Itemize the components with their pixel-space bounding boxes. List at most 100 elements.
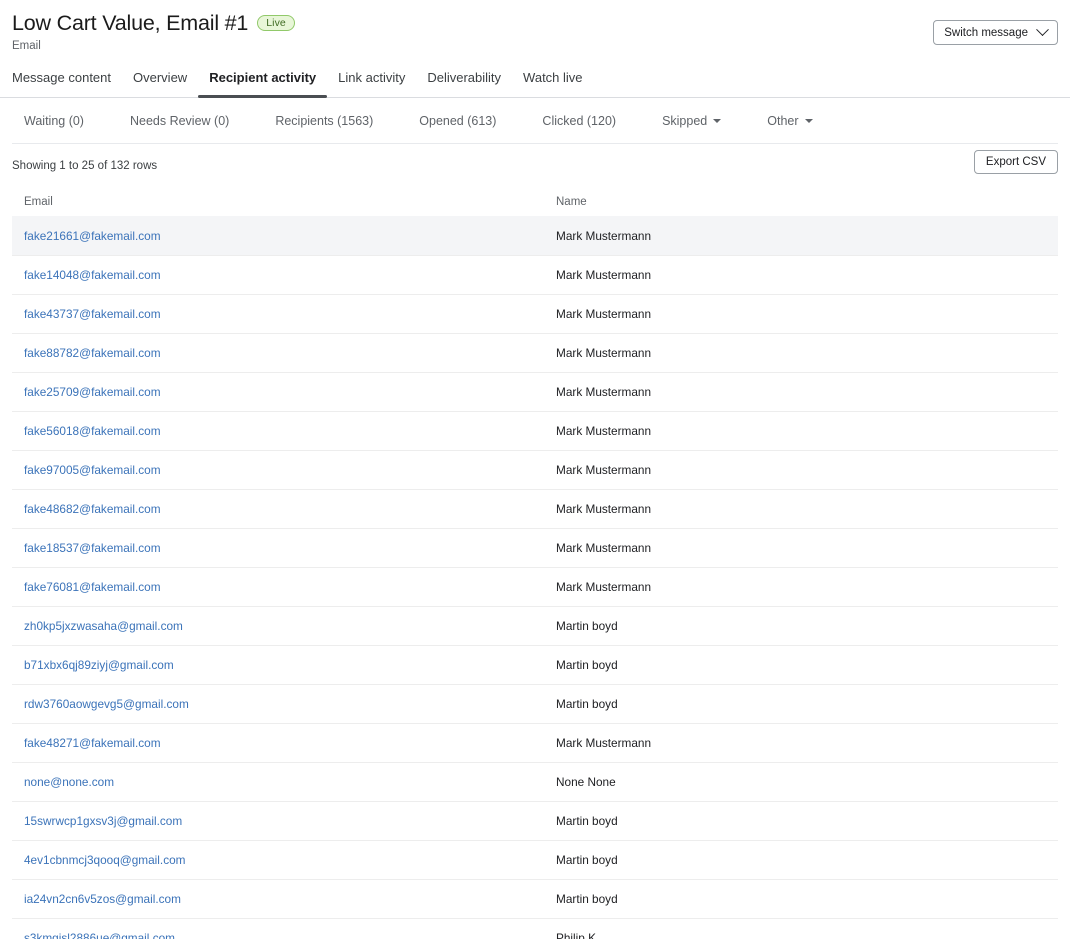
filter-clicked-120[interactable]: Clicked (120) xyxy=(530,114,628,128)
recipient-email-link[interactable]: fake48682@fakemail.com xyxy=(24,502,161,516)
cell-name: Mark Mustermann xyxy=(556,463,652,477)
title-row: Low Cart Value, Email #1 Live xyxy=(12,10,1058,36)
table-toolbar: Showing 1 to 25 of 132 rows Export CSV xyxy=(0,144,1070,188)
recipient-email-link[interactable]: fake56018@fakemail.com xyxy=(24,424,161,438)
filter-needs-review-0[interactable]: Needs Review (0) xyxy=(118,114,241,128)
recipient-email-link[interactable]: ia24vn2cn6v5zos@gmail.com xyxy=(24,892,181,906)
filter-other[interactable]: Other xyxy=(755,114,824,128)
recipient-email-link[interactable]: fake76081@fakemail.com xyxy=(24,580,161,594)
recipient-email-link[interactable]: fake43737@fakemail.com xyxy=(24,307,161,321)
table-row[interactable]: fake43737@fakemail.com Mark Mustermann xyxy=(12,294,1058,333)
cell-email: 4ev1cbnmcj3qooq@gmail.com xyxy=(12,853,544,867)
cell-email: s3kmgjsl2886ue@gmail.com xyxy=(12,931,544,939)
cell-email: fake21661@fakemail.com xyxy=(12,229,544,243)
cell-email: fake56018@fakemail.com xyxy=(12,424,544,438)
recipient-activity-table: Email Name fake21661@fakemail.com Mark Mu… xyxy=(12,188,1058,939)
recipient-email-link[interactable]: s3kmgjsl2886ue@gmail.com xyxy=(24,931,175,939)
cell-email: none@none.com xyxy=(12,775,544,789)
tab-message-content[interactable]: Message content xyxy=(12,64,122,97)
table-row[interactable]: fake18537@fakemail.com Mark Mustermann xyxy=(12,528,1058,567)
recipient-email-link[interactable]: fake14048@fakemail.com xyxy=(24,268,161,282)
cell-name: Mark Mustermann xyxy=(556,502,652,516)
tab-overview[interactable]: Overview xyxy=(122,64,198,97)
cell-email: 15swrwcp1gxsv3j@gmail.com xyxy=(12,814,544,828)
activity-filter-bar: Waiting (0) Needs Review (0) Recipients (1… xyxy=(12,98,1058,144)
export-csv-button[interactable]: Export CSV xyxy=(973,150,1058,174)
cell-name: Mark Mustermann xyxy=(556,229,652,243)
filter-label: Needs Review (0) xyxy=(129,113,230,128)
chevron-down-icon xyxy=(1036,23,1049,37)
table-row[interactable]: fake56018@fakemail.com Mark Mustermann xyxy=(12,411,1058,450)
page-title: Low Cart Value, Email #1 xyxy=(12,11,249,35)
recipient-email-link[interactable]: rdw3760aowgevg5@gmail.com xyxy=(24,697,189,711)
recipient-email-link[interactable]: b71xbx6qj89ziyj@gmail.com xyxy=(24,658,174,672)
cell-email: b71xbx6qj89ziyj@gmail.com xyxy=(12,658,544,672)
recipient-email-link[interactable]: none@none.com xyxy=(24,775,114,789)
cell-name: Mark Mustermann xyxy=(556,268,652,282)
switch-message-button[interactable]: Switch message xyxy=(933,20,1058,45)
cell-name: Mark Mustermann xyxy=(556,346,652,360)
cell-name: Martin boyd xyxy=(556,619,618,633)
table-row[interactable]: fake14048@fakemail.com Mark Mustermann xyxy=(12,255,1058,294)
cell-name: Martin boyd xyxy=(556,814,618,828)
page-header: Low Cart Value, Email #1 Live Email Swit… xyxy=(0,0,1070,53)
filter-label: Other xyxy=(767,113,799,128)
cell-name: Mark Mustermann xyxy=(556,307,652,321)
column-header-email: Email xyxy=(24,196,53,208)
row-count-label: Showing 1 to 25 of 132 rows xyxy=(12,160,158,172)
cell-email: fake97005@fakemail.com xyxy=(12,463,544,477)
filter-label: Recipients (1563) xyxy=(275,113,374,128)
main-tabs: Message content Overview Recipient activit… xyxy=(0,64,1070,98)
recipient-email-link[interactable]: 4ev1cbnmcj3qooq@gmail.com xyxy=(24,853,185,867)
recipient-email-link[interactable]: fake97005@fakemail.com xyxy=(24,463,161,477)
cell-email: fake76081@fakemail.com xyxy=(12,580,544,594)
recipient-email-link[interactable]: fake48271@fakemail.com xyxy=(24,736,161,750)
cell-name: Philip K xyxy=(556,931,596,939)
table-row[interactable]: fake88782@fakemail.com Mark Mustermann xyxy=(12,333,1058,372)
table-row[interactable]: fake48682@fakemail.com Mark Mustermann xyxy=(12,489,1058,528)
status-badge: Live xyxy=(257,15,295,31)
filter-label: Waiting (0) xyxy=(24,113,84,128)
cell-email: fake88782@fakemail.com xyxy=(12,346,544,360)
recipient-email-link[interactable]: fake18537@fakemail.com xyxy=(24,541,161,555)
recipient-email-link[interactable]: fake21661@fakemail.com xyxy=(24,229,161,243)
table-row[interactable]: none@none.com None None xyxy=(12,762,1058,801)
cell-email: fake25709@fakemail.com xyxy=(12,385,544,399)
filter-opened-613[interactable]: Opened (613) xyxy=(407,114,508,128)
cell-name: Martin boyd xyxy=(556,658,618,672)
cell-email: fake48271@fakemail.com xyxy=(12,736,544,750)
table-row[interactable]: 15swrwcp1gxsv3j@gmail.com Martin boyd xyxy=(12,801,1058,840)
table-row[interactable]: ia24vn2cn6v5zos@gmail.com Martin boyd xyxy=(12,879,1058,918)
tab-watch-live[interactable]: Watch live xyxy=(512,64,593,97)
cell-name: Martin boyd xyxy=(556,853,618,867)
table-row[interactable]: fake97005@fakemail.com Mark Mustermann xyxy=(12,450,1058,489)
table-row[interactable]: zh0kp5jxzwasaha@gmail.com Martin boyd xyxy=(12,606,1058,645)
table-row[interactable]: rdw3760aowgevg5@gmail.com Martin boyd xyxy=(12,684,1058,723)
tab-link-activity[interactable]: Link activity xyxy=(327,64,416,97)
cell-email: zh0kp5jxzwasaha@gmail.com xyxy=(12,619,544,633)
table-body: fake21661@fakemail.com Mark Mustermann fak… xyxy=(12,216,1058,939)
recipient-email-link[interactable]: zh0kp5jxzwasaha@gmail.com xyxy=(24,619,183,633)
recipient-email-link[interactable]: fake25709@fakemail.com xyxy=(24,385,161,399)
tab-recipient-activity[interactable]: Recipient activity xyxy=(198,64,328,98)
filter-skipped[interactable]: Skipped xyxy=(650,114,733,128)
caret-down-icon xyxy=(713,118,722,123)
switch-message-label: Switch message xyxy=(944,26,1028,39)
cell-email: fake43737@fakemail.com xyxy=(12,307,544,321)
filter-waiting-0[interactable]: Waiting (0) xyxy=(12,114,96,128)
table-row[interactable]: fake76081@fakemail.com Mark Mustermann xyxy=(12,567,1058,606)
cell-email: rdw3760aowgevg5@gmail.com xyxy=(12,697,544,711)
cell-name: Mark Mustermann xyxy=(556,541,652,555)
cell-name: None None xyxy=(556,775,616,789)
recipient-email-link[interactable]: fake88782@fakemail.com xyxy=(24,346,161,360)
table-row[interactable]: fake48271@fakemail.com Mark Mustermann xyxy=(12,723,1058,762)
table-row[interactable]: fake21661@fakemail.com Mark Mustermann xyxy=(12,216,1058,255)
tab-deliverability[interactable]: Deliverability xyxy=(416,64,512,97)
recipient-email-link[interactable]: 15swrwcp1gxsv3j@gmail.com xyxy=(24,814,182,828)
table-row[interactable]: fake25709@fakemail.com Mark Mustermann xyxy=(12,372,1058,411)
cell-name: Mark Mustermann xyxy=(556,424,652,438)
table-row[interactable]: s3kmgjsl2886ue@gmail.com Philip K xyxy=(12,918,1058,939)
filter-recipients-1563[interactable]: Recipients (1563) xyxy=(263,114,385,128)
table-row[interactable]: 4ev1cbnmcj3qooq@gmail.com Martin boyd xyxy=(12,840,1058,879)
table-row[interactable]: b71xbx6qj89ziyj@gmail.com Martin boyd xyxy=(12,645,1058,684)
